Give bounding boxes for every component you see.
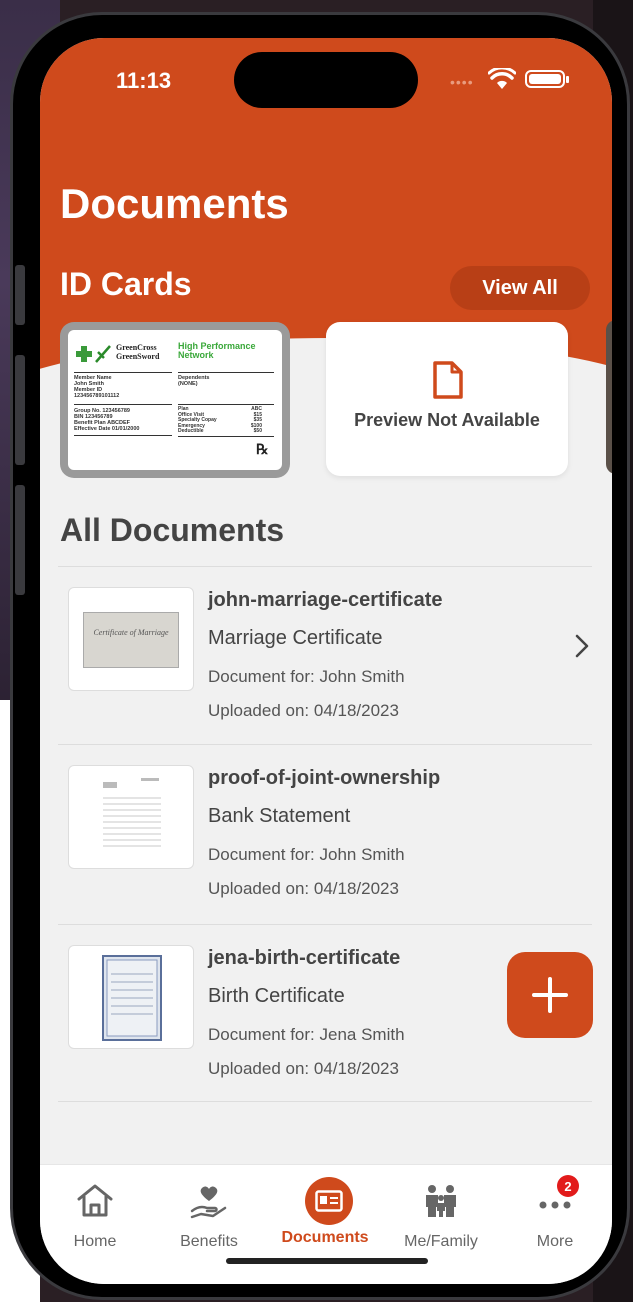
tab-home[interactable]: Home [40, 1175, 150, 1255]
notification-badge: 2 [557, 1175, 579, 1197]
tab-benefits[interactable]: Benefits [154, 1175, 264, 1255]
document-thumbnail [68, 945, 194, 1049]
tab-label: More [536, 1233, 574, 1250]
plus-icon [532, 977, 568, 1013]
add-document-button[interactable] [507, 952, 593, 1038]
page-title: Documents [60, 180, 289, 227]
plan-row-label: Deductible [178, 428, 204, 435]
document-owner: Document for: John Smith [208, 845, 405, 864]
tab-documents[interactable]: Documents [270, 1175, 380, 1255]
preview-unavailable-text: Preview Not Available [354, 410, 540, 430]
document-icon [433, 361, 463, 399]
document-row[interactable]: Certificate of Marriage john-marriage-ce… [58, 566, 592, 744]
greencross-logo-icon [76, 345, 111, 363]
side-button [15, 485, 25, 595]
dependents-value: (NONE) [178, 381, 198, 387]
document-thumbnail [68, 765, 194, 869]
side-button [15, 355, 25, 465]
view-all-button[interactable]: View All [450, 266, 590, 310]
rx-icon: ℞ [256, 443, 269, 458]
signal-icon: •••• [450, 74, 474, 90]
all-documents-title: All Documents [60, 512, 285, 548]
statement-thumbnail-icon [99, 774, 165, 862]
status-time: 11:13 [116, 68, 172, 93]
side-button [15, 265, 25, 325]
document-name: jena-birth-certificate [208, 947, 401, 969]
brand-name: GreenCross [116, 343, 157, 352]
id-card-preview[interactable]: Preview Not Available [326, 322, 568, 476]
app-screen: 11:13 •••• Documents ID Cards View All G… [40, 38, 612, 1284]
home-indicator [226, 1258, 428, 1264]
tab-label: Documents [281, 1229, 369, 1246]
certificate-thumbnail-icon [102, 955, 162, 1041]
wifi-icon [488, 68, 516, 89]
tab-label: Home [73, 1233, 117, 1250]
document-type: Bank Statement [208, 805, 351, 827]
document-upload-date: Uploaded on: 04/18/2023 [208, 701, 399, 720]
document-type: Birth Certificate [208, 985, 345, 1007]
chevron-right-icon[interactable] [574, 633, 590, 659]
network-name: Network [178, 350, 214, 360]
document-name: proof-of-joint-ownership [208, 767, 441, 789]
heart-hand-icon [190, 1186, 227, 1219]
document-upload-date: Uploaded on: 04/18/2023 [208, 879, 399, 898]
id-card[interactable]: GreenCross GreenSword High Performance N… [60, 322, 290, 478]
plan-row-value: $50 [253, 428, 262, 435]
dynamic-island [234, 52, 418, 108]
document-thumbnail: Certificate of Marriage [68, 587, 194, 691]
id-card-partial[interactable] [606, 320, 612, 474]
tab-me-family[interactable]: Me/Family [386, 1175, 496, 1255]
effective-date: Effective Date 01/01/2000 [74, 426, 140, 432]
member-id: 123456789101112 [74, 393, 120, 399]
id-card-icon [315, 1190, 343, 1212]
document-owner: Document for: John Smith [208, 667, 405, 686]
document-name: john-marriage-certificate [208, 589, 443, 611]
document-upload-date: Uploaded on: 04/18/2023 [208, 1059, 399, 1078]
document-owner: Document for: Jena Smith [208, 1025, 405, 1044]
document-type: Marriage Certificate [208, 627, 383, 649]
thumbnail-text: Certificate of Marriage [93, 628, 169, 637]
tab-bar: Home Benefits Documents Me/Family 2 More [40, 1164, 612, 1284]
brand-name: GreenSword [116, 352, 160, 361]
document-row[interactable]: proof-of-joint-ownership Bank Statement … [58, 744, 592, 922]
tab-more[interactable]: 2 More [500, 1175, 610, 1255]
tab-label: Benefits [180, 1233, 238, 1250]
battery-icon [525, 70, 569, 88]
home-icon [77, 1184, 113, 1217]
family-icon [426, 1185, 456, 1217]
tab-label: Me/Family [404, 1233, 478, 1250]
id-cards-title: ID Cards [60, 266, 192, 302]
